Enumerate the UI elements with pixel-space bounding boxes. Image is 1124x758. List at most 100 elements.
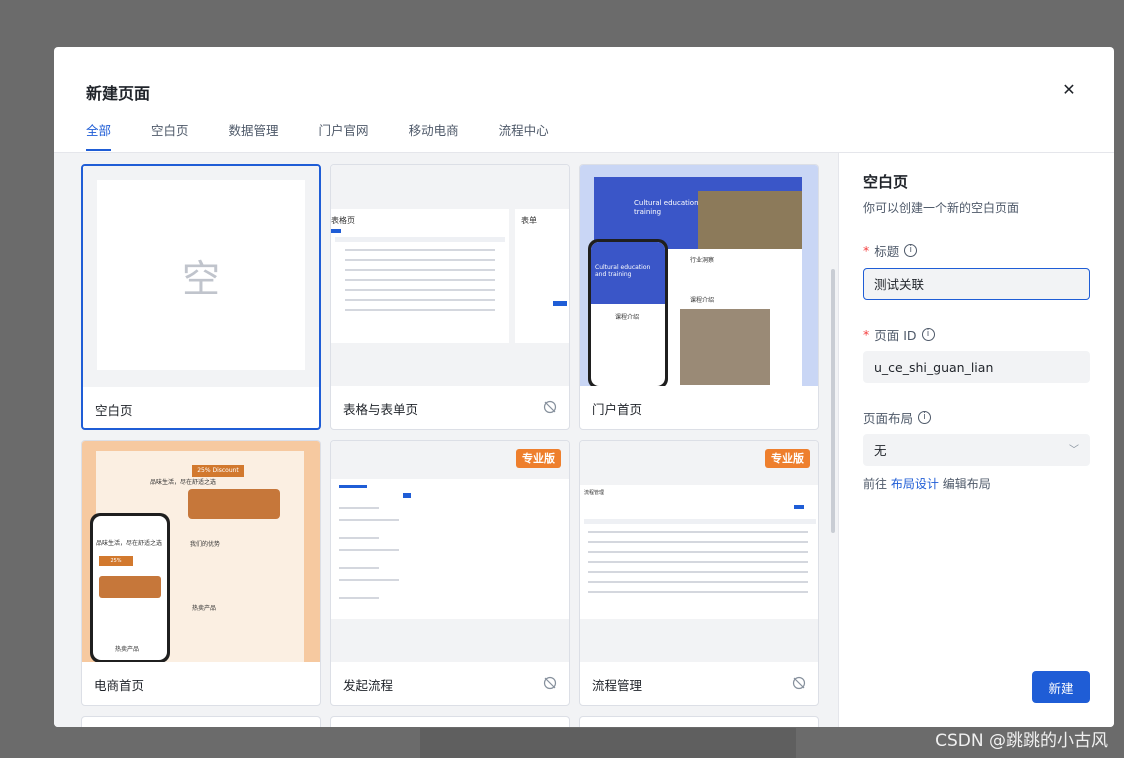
info-icon[interactable]: i — [904, 244, 918, 257]
layout-select-value: 无 — [874, 443, 887, 458]
preview-row — [339, 579, 399, 581]
phone-hero: Cultural education and training — [591, 242, 665, 304]
template-card-partial[interactable] — [579, 716, 819, 727]
preview-title: 表格页 — [331, 216, 355, 225]
info-icon[interactable]: i — [921, 328, 935, 341]
template-card-blank[interactable]: 空 空白页 — [81, 164, 321, 430]
required-mark: * — [863, 243, 870, 258]
required-mark: * — [863, 327, 870, 342]
eye-off-icon[interactable] — [792, 676, 806, 690]
card-label: 发起流程 — [343, 678, 394, 693]
layout-select[interactable]: 无 ﹀ — [863, 434, 1090, 466]
title-input[interactable]: 测试关联 — [863, 268, 1090, 300]
panel-description: 你可以创建一个新的空白页面 — [863, 201, 1020, 215]
category-tabs: 全部 空白页 数据管理 门户官网 移动电商 流程中心 — [86, 123, 589, 153]
layout-design-link[interactable]: 布局设计 — [891, 477, 939, 491]
preview-section-title: 我们的优势 — [190, 541, 221, 548]
scrollbar[interactable] — [831, 269, 835, 533]
process-preview — [331, 479, 569, 619]
tab-all[interactable]: 全部 — [86, 123, 112, 153]
info-icon[interactable]: i — [918, 411, 932, 424]
tab-mobile-ecommerce[interactable]: 移动电商 — [409, 123, 459, 153]
phone-preview: 品味生活，尽在舒适之选 25% Discount 热卖产品 — [90, 513, 170, 662]
preview-row — [339, 507, 379, 509]
preview-header-row — [584, 519, 816, 524]
preview-row — [345, 299, 495, 301]
template-card-table-form[interactable]: 表格页 表单 表格与表单页 — [330, 164, 570, 430]
preview-header-row — [335, 237, 505, 242]
preview-section-title: 课程介绍 — [690, 297, 715, 304]
template-grid: 空 空白页 表格页 表单 表格与表单页 Cultural education a… — [54, 153, 838, 727]
template-card-start-process[interactable]: 专业版 发起流程 — [330, 440, 570, 706]
card-label: 表格与表单页 — [343, 402, 419, 417]
preview-button — [553, 301, 567, 306]
card-label: 流程管理 — [592, 678, 643, 693]
title-field-label: * 标题 i — [863, 241, 918, 260]
hint-suffix: 编辑布局 — [942, 477, 991, 491]
template-card-portal[interactable]: Cultural education and training 行业洞察 课程介… — [579, 164, 819, 430]
card-label: 空白页 — [95, 403, 133, 418]
preview-row — [345, 259, 495, 261]
phone-headline: 品味生活，尽在舒适之选 — [96, 540, 163, 547]
form-preview: 表单 — [515, 209, 569, 343]
card-label: 门户首页 — [592, 402, 643, 417]
preview-row — [588, 581, 808, 583]
tab-process-center[interactable]: 流程中心 — [499, 123, 549, 153]
eye-off-icon[interactable] — [543, 400, 557, 414]
tab-data-management[interactable]: 数据管理 — [229, 123, 279, 153]
tab-portal[interactable]: 门户官网 — [319, 123, 369, 153]
background-strip — [420, 728, 796, 758]
template-card-ecommerce[interactable]: 品味生活，尽在舒适之选 25% Discount 我们的优势 热卖产品 品味生活… — [81, 440, 321, 706]
panel-title: 空白页 — [863, 173, 909, 191]
phone-preview: Cultural education and training 课程介绍 — [588, 239, 668, 386]
preview-button — [794, 505, 804, 509]
tab-blank[interactable]: 空白页 — [151, 123, 189, 153]
preview-row — [588, 531, 808, 533]
preview-row — [588, 591, 808, 593]
preview-row — [345, 289, 495, 291]
preview-section-title: 行业洞察 — [690, 257, 715, 264]
phone-screen: Cultural education and training 课程介绍 — [591, 242, 665, 386]
preview-button — [403, 493, 411, 498]
preview-building — [698, 191, 802, 249]
table-preview: 表格页 — [331, 209, 509, 343]
preview-title: 表单 — [521, 216, 537, 225]
watermark: CSDN @跳跳的小古风 — [935, 731, 1108, 751]
preview-row — [339, 549, 399, 551]
preview-row — [339, 519, 399, 521]
pro-badge: 专业版 — [516, 449, 561, 468]
preview-row — [345, 309, 495, 311]
close-icon[interactable]: ✕ — [1060, 81, 1078, 99]
label-text: 标题 — [874, 244, 900, 259]
preview-title: 流程管理 — [584, 490, 605, 496]
card-thumbnail: 品味生活，尽在舒适之选 25% Discount 我们的优势 热卖产品 品味生活… — [82, 441, 320, 662]
modal-title: 新建页面 — [86, 84, 151, 103]
create-button[interactable]: 新建 — [1032, 671, 1090, 703]
card-thumbnail: 流程管理 — [580, 441, 818, 662]
card-thumbnail: Cultural education and training 行业洞察 课程介… — [580, 165, 818, 386]
card-thumbnail: 空 — [83, 166, 319, 387]
preview-row — [588, 551, 808, 553]
preview-row — [339, 537, 379, 539]
preview-tab — [331, 229, 341, 233]
template-card-partial[interactable] — [330, 716, 570, 727]
template-card-process-management[interactable]: 流程管理 专业版 流程管理 — [579, 440, 819, 706]
template-card-partial[interactable] — [81, 716, 321, 727]
card-thumbnail — [331, 441, 569, 662]
eye-off-icon[interactable] — [543, 676, 557, 690]
phone-section-title: 课程介绍 — [615, 314, 640, 321]
card-thumbnail: 表格页 表单 — [331, 165, 569, 386]
preview-row — [588, 571, 808, 573]
phone-screen: 品味生活，尽在舒适之选 25% Discount 热卖产品 — [93, 516, 167, 660]
preview-row — [345, 269, 495, 271]
phone-hero-text: Cultural education and training — [595, 264, 651, 278]
preview-section-title: 热卖产品 — [192, 605, 217, 612]
phone-section-title: 热卖产品 — [115, 646, 140, 653]
phone-sofa — [99, 576, 161, 598]
layout-field-label: 页面布局 i — [863, 408, 932, 427]
layout-hint: 前往 布局设计 编辑布局 — [863, 475, 991, 492]
page-id-input[interactable]: u_ce_shi_guan_lian — [863, 351, 1090, 383]
label-text: 页面 ID — [874, 328, 917, 343]
hint-prefix: 前往 — [863, 477, 888, 491]
preview-image-grid — [680, 309, 770, 385]
